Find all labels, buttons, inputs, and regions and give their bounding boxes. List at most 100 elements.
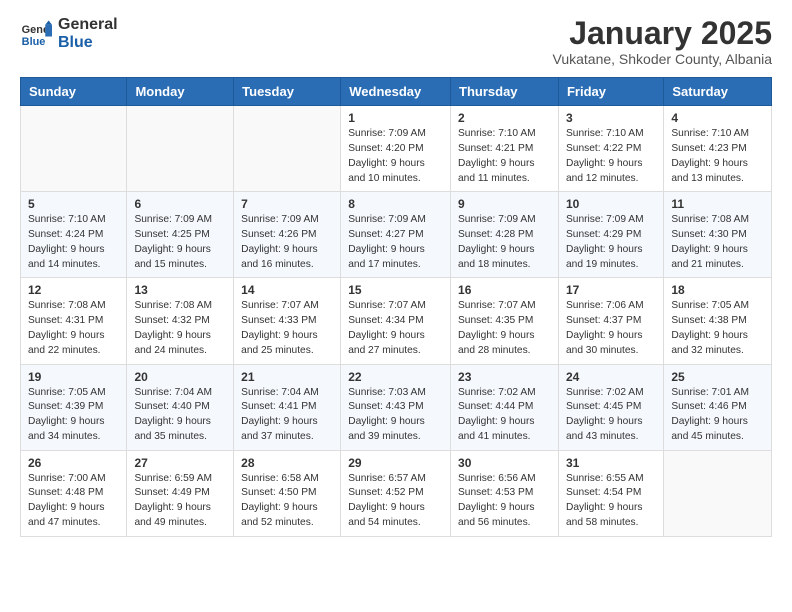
calendar-cell: 13Sunrise: 7:08 AM Sunset: 4:32 PM Dayli… xyxy=(127,278,234,364)
day-info: Sunrise: 7:06 AM Sunset: 4:37 PM Dayligh… xyxy=(566,299,656,358)
day-number: 28 xyxy=(241,456,333,470)
day-number: 7 xyxy=(241,197,333,211)
day-info: Sunrise: 7:10 AM Sunset: 4:23 PM Dayligh… xyxy=(671,127,764,186)
day-info: Sunrise: 7:04 AM Sunset: 4:40 PM Dayligh… xyxy=(134,386,226,445)
calendar-cell: 15 Sunrise: 7:07 AM Sunset: 4:34 PM Dayli… xyxy=(341,278,451,364)
weekday-header-wednesday: Wednesday xyxy=(341,78,451,106)
svg-text:Blue: Blue xyxy=(22,36,46,48)
calendar-week-row: 12 Sunrise: 7:08 AM Sunset: 4:31 PM Dayli… xyxy=(21,278,772,364)
calendar-cell xyxy=(127,106,234,192)
day-info: Sunrise: 7:10 AM Sunset: 4:21 PM Dayligh… xyxy=(458,127,551,186)
title-block: January 2025 Vukatane, Shkoder County, A… xyxy=(553,16,772,67)
logo: General Blue General Blue xyxy=(20,16,118,51)
day-number: 31 xyxy=(566,456,656,470)
calendar-cell: 23Sunrise: 7:02 AM Sunset: 4:44 PM Dayli… xyxy=(451,364,559,450)
day-number: 9 xyxy=(458,197,551,211)
weekday-header-thursday: Thursday xyxy=(451,78,559,106)
day-info: Sunrise: 7:07 AM Sunset: 4:35 PM Dayligh… xyxy=(458,299,551,358)
day-info: Sunrise: 7:09 AM Sunset: 4:27 PM Dayligh… xyxy=(348,213,443,272)
day-info: Sunrise: 7:02 AM Sunset: 4:44 PM Dayligh… xyxy=(458,386,551,445)
calendar-cell: 22Sunrise: 7:03 AM Sunset: 4:43 PM Dayli… xyxy=(341,364,451,450)
day-number: 26 xyxy=(28,456,119,470)
day-number: 11 xyxy=(671,197,764,211)
logo-blue-text: Blue xyxy=(58,34,118,52)
day-number: 18 xyxy=(671,283,764,297)
day-info: Sunrise: 7:05 AM Sunset: 4:39 PM Dayligh… xyxy=(28,386,119,445)
calendar-cell: 16Sunrise: 7:07 AM Sunset: 4:35 PM Dayli… xyxy=(451,278,559,364)
calendar-cell xyxy=(21,106,127,192)
weekday-header-friday: Friday xyxy=(558,78,663,106)
day-info: Sunrise: 6:59 AM Sunset: 4:49 PM Dayligh… xyxy=(134,472,226,531)
day-number: 25 xyxy=(671,370,764,384)
day-info: Sunrise: 6:55 AM Sunset: 4:54 PM Dayligh… xyxy=(566,472,656,531)
calendar-header-row: SundayMondayTuesdayWednesdayThursdayFrid… xyxy=(21,78,772,106)
day-number: 3 xyxy=(566,111,656,125)
calendar-cell: 8Sunrise: 7:09 AM Sunset: 4:27 PM Daylig… xyxy=(341,192,451,278)
day-info: Sunrise: 7:09 AM Sunset: 4:29 PM Dayligh… xyxy=(566,213,656,272)
day-info: Sunrise: 7:09 AM Sunset: 4:20 PM Dayligh… xyxy=(348,127,443,186)
subtitle: Vukatane, Shkoder County, Albania xyxy=(553,51,772,67)
weekday-header-tuesday: Tuesday xyxy=(234,78,341,106)
calendar-week-row: 5Sunrise: 7:10 AM Sunset: 4:24 PM Daylig… xyxy=(21,192,772,278)
calendar-cell: 27 Sunrise: 6:59 AM Sunset: 4:49 PM Dayli… xyxy=(127,450,234,536)
month-title: January 2025 xyxy=(553,16,772,51)
day-number: 19 xyxy=(28,370,119,384)
day-info: Sunrise: 7:09 AM Sunset: 4:28 PM Dayligh… xyxy=(458,213,551,272)
day-info: Sunrise: 7:05 AM Sunset: 4:38 PM Dayligh… xyxy=(671,299,764,358)
day-info: Sunrise: 6:58 AM Sunset: 4:50 PM Dayligh… xyxy=(241,472,333,531)
weekday-header-monday: Monday xyxy=(127,78,234,106)
calendar-cell: 2 Sunrise: 7:10 AM Sunset: 4:21 PM Daylig… xyxy=(451,106,559,192)
day-number: 13 xyxy=(134,283,226,297)
day-number: 4 xyxy=(671,111,764,125)
day-info: Sunrise: 7:09 AM Sunset: 4:26 PM Dayligh… xyxy=(241,213,333,272)
day-number: 17 xyxy=(566,283,656,297)
day-info: Sunrise: 7:08 AM Sunset: 4:30 PM Dayligh… xyxy=(671,213,764,272)
day-info: Sunrise: 6:57 AM Sunset: 4:52 PM Dayligh… xyxy=(348,472,443,531)
day-info: Sunrise: 7:08 AM Sunset: 4:31 PM Dayligh… xyxy=(28,299,119,358)
calendar-cell: 9 Sunrise: 7:09 AM Sunset: 4:28 PM Daylig… xyxy=(451,192,559,278)
calendar-cell: 3Sunrise: 7:10 AM Sunset: 4:22 PM Daylig… xyxy=(558,106,663,192)
weekday-header-saturday: Saturday xyxy=(664,78,772,106)
calendar-cell: 28 Sunrise: 6:58 AM Sunset: 4:50 PM Dayli… xyxy=(234,450,341,536)
calendar-cell: 31 Sunrise: 6:55 AM Sunset: 4:54 PM Dayli… xyxy=(558,450,663,536)
logo-general-text: General xyxy=(58,16,118,34)
weekday-header-sunday: Sunday xyxy=(21,78,127,106)
calendar-cell: 20 Sunrise: 7:04 AM Sunset: 4:40 PM Dayli… xyxy=(127,364,234,450)
day-info: Sunrise: 7:02 AM Sunset: 4:45 PM Dayligh… xyxy=(566,386,656,445)
day-info: Sunrise: 7:01 AM Sunset: 4:46 PM Dayligh… xyxy=(671,386,764,445)
calendar-cell: 4 Sunrise: 7:10 AM Sunset: 4:23 PM Daylig… xyxy=(664,106,772,192)
day-info: Sunrise: 7:07 AM Sunset: 4:33 PM Dayligh… xyxy=(241,299,333,358)
day-info: Sunrise: 6:56 AM Sunset: 4:53 PM Dayligh… xyxy=(458,472,551,531)
day-number: 30 xyxy=(458,456,551,470)
day-number: 15 xyxy=(348,283,443,297)
calendar-cell: 19 Sunrise: 7:05 AM Sunset: 4:39 PM Dayli… xyxy=(21,364,127,450)
page: General Blue General Blue January 2025 V… xyxy=(0,0,792,553)
calendar-table: SundayMondayTuesdayWednesdayThursdayFrid… xyxy=(20,77,772,537)
day-number: 12 xyxy=(28,283,119,297)
calendar-cell: 11 Sunrise: 7:08 AM Sunset: 4:30 PM Dayli… xyxy=(664,192,772,278)
calendar-cell: 21Sunrise: 7:04 AM Sunset: 4:41 PM Dayli… xyxy=(234,364,341,450)
day-number: 14 xyxy=(241,283,333,297)
day-number: 24 xyxy=(566,370,656,384)
calendar-cell: 10 Sunrise: 7:09 AM Sunset: 4:29 PM Dayli… xyxy=(558,192,663,278)
day-number: 22 xyxy=(348,370,443,384)
calendar-week-row: 1 Sunrise: 7:09 AM Sunset: 4:20 PM Daylig… xyxy=(21,106,772,192)
calendar-cell: 5Sunrise: 7:10 AM Sunset: 4:24 PM Daylig… xyxy=(21,192,127,278)
calendar-cell: 14 Sunrise: 7:07 AM Sunset: 4:33 PM Dayli… xyxy=(234,278,341,364)
day-number: 20 xyxy=(134,370,226,384)
day-number: 2 xyxy=(458,111,551,125)
day-number: 1 xyxy=(348,111,443,125)
calendar-cell xyxy=(234,106,341,192)
day-info: Sunrise: 7:10 AM Sunset: 4:24 PM Dayligh… xyxy=(28,213,119,272)
calendar-cell: 17 Sunrise: 7:06 AM Sunset: 4:37 PM Dayli… xyxy=(558,278,663,364)
calendar-cell: 6Sunrise: 7:09 AM Sunset: 4:25 PM Daylig… xyxy=(127,192,234,278)
day-number: 10 xyxy=(566,197,656,211)
calendar-cell: 29Sunrise: 6:57 AM Sunset: 4:52 PM Dayli… xyxy=(341,450,451,536)
day-info: Sunrise: 7:04 AM Sunset: 4:41 PM Dayligh… xyxy=(241,386,333,445)
day-number: 27 xyxy=(134,456,226,470)
day-info: Sunrise: 7:07 AM Sunset: 4:34 PM Dayligh… xyxy=(348,299,443,358)
calendar-week-row: 19 Sunrise: 7:05 AM Sunset: 4:39 PM Dayli… xyxy=(21,364,772,450)
calendar-cell: 12 Sunrise: 7:08 AM Sunset: 4:31 PM Dayli… xyxy=(21,278,127,364)
header: General Blue General Blue January 2025 V… xyxy=(20,16,772,67)
day-info: Sunrise: 7:09 AM Sunset: 4:25 PM Dayligh… xyxy=(134,213,226,272)
